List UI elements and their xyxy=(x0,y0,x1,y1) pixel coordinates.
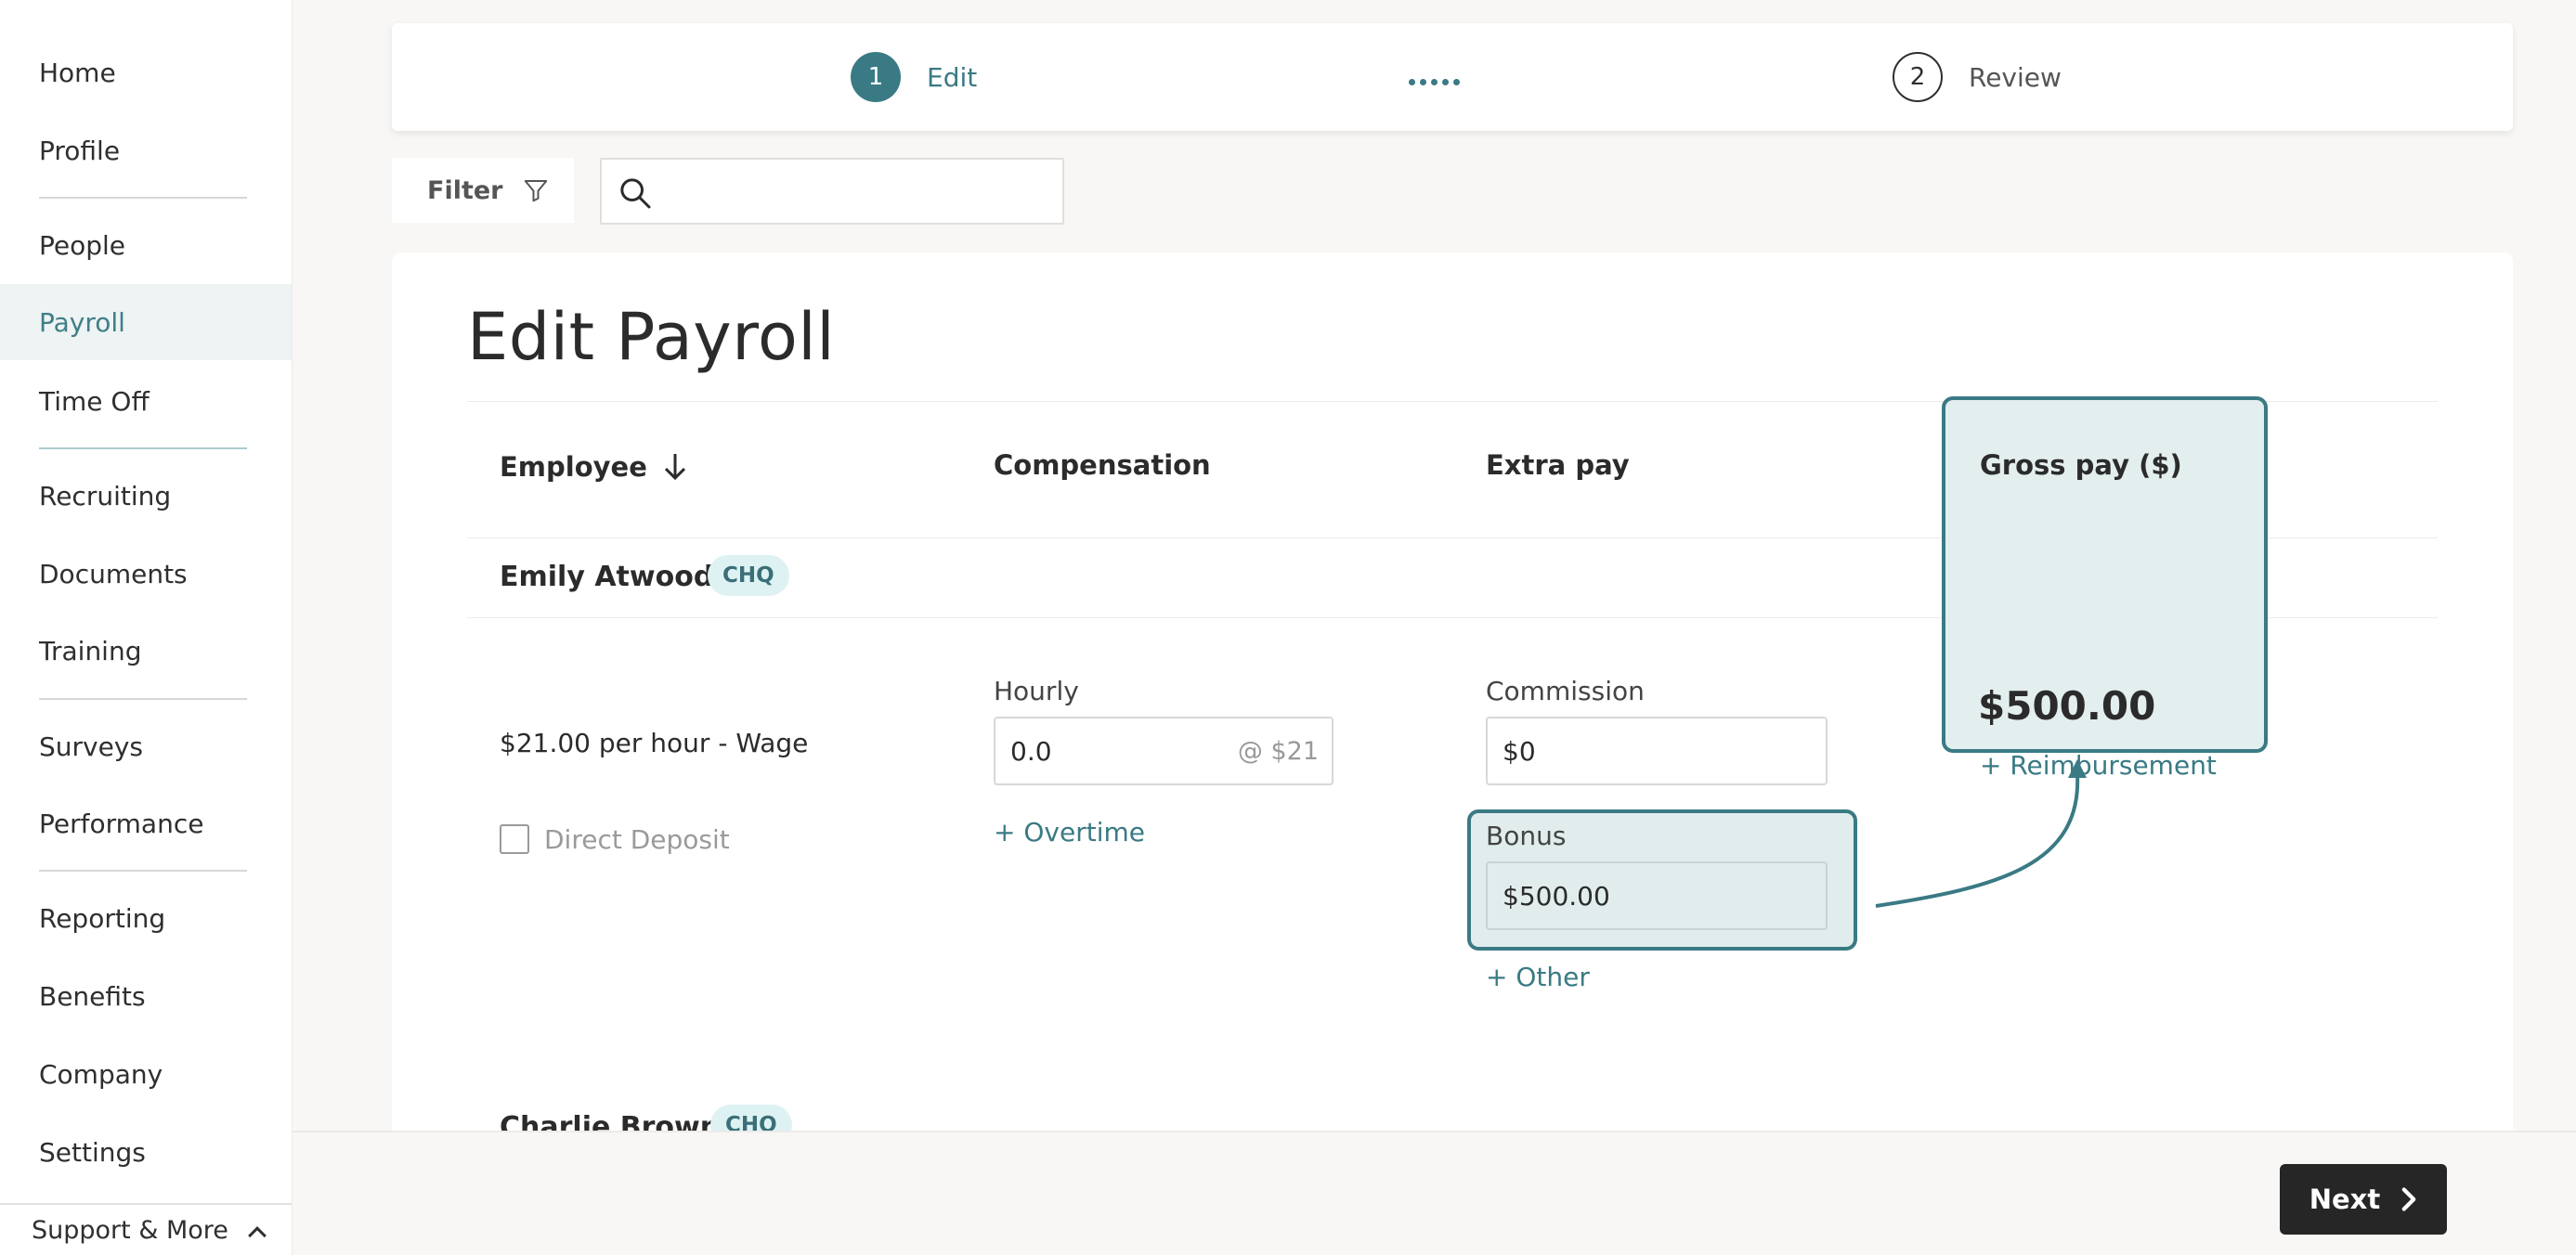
payroll-card: Edit Payroll Employee Compensation Extra… xyxy=(392,252,2513,1181)
chevron-up-icon xyxy=(247,1226,267,1245)
pay-method-tag: CHQ xyxy=(708,555,789,596)
sidebar-item-home[interactable]: Home xyxy=(0,34,292,110)
sidebar-item-company[interactable]: Company xyxy=(0,1036,292,1112)
compensation-column-header: Compensation xyxy=(994,449,1211,481)
support-label: Support & More xyxy=(32,1215,228,1245)
sidebar-item-surveys[interactable]: Surveys xyxy=(0,708,292,784)
step-2-number[interactable]: 2 xyxy=(1893,52,1943,102)
chevron-right-icon xyxy=(2401,1187,2416,1211)
add-overtime-link[interactable]: + Overtime xyxy=(994,817,1145,847)
filter-button[interactable]: Filter xyxy=(392,158,574,223)
extra-pay-column-header: Extra pay xyxy=(1486,449,1630,481)
sidebar-item-recruiting[interactable]: Recruiting xyxy=(0,458,292,534)
gross-pay-value: $500.00 xyxy=(1978,683,2156,729)
progress-stepper: 1 Edit 2 Review xyxy=(392,23,2513,131)
support-and-more-toggle[interactable]: Support & More xyxy=(0,1203,292,1255)
commission-label: Commission xyxy=(1486,676,1645,706)
hourly-hours-value: 0.0 xyxy=(1010,735,1052,767)
filter-label: Filter xyxy=(427,175,503,205)
sidebar-item-time-off[interactable]: Time Off xyxy=(0,363,292,439)
step-1-label[interactable]: Edit xyxy=(927,62,977,93)
sidebar-item-reporting[interactable]: Reporting xyxy=(0,880,292,956)
sort-descending-arrow-icon[interactable] xyxy=(662,452,688,482)
bonus-value: $500.00 xyxy=(1503,880,1610,912)
sidebar-divider xyxy=(39,447,247,449)
sidebar-item-training[interactable]: Training xyxy=(0,613,292,689)
next-label: Next xyxy=(2309,1184,2381,1215)
add-other-link[interactable]: + Other xyxy=(1486,962,1590,992)
hourly-label: Hourly xyxy=(994,676,1079,706)
step-2-label[interactable]: Review xyxy=(1969,62,2062,93)
bonus-input[interactable]: $500.00 xyxy=(1486,861,1828,930)
sidebar-item-benefits[interactable]: Benefits xyxy=(0,958,292,1034)
direct-deposit-label: Direct Deposit xyxy=(544,824,730,855)
search-box[interactable] xyxy=(600,158,1064,225)
commission-value: $0 xyxy=(1503,735,1536,767)
next-button[interactable]: Next xyxy=(2280,1164,2447,1235)
hourly-hours-input[interactable]: 0.0 @ $21 xyxy=(994,717,1334,785)
wage-description: $21.00 per hour - Wage xyxy=(500,728,809,758)
hourly-rate-suffix: @ $21 xyxy=(1237,737,1319,766)
search-icon xyxy=(620,178,651,209)
sidebar-divider xyxy=(39,197,247,199)
add-reimbursement-link[interactable]: + Reimbursement xyxy=(1980,750,2217,781)
sidebar-item-people[interactable]: People xyxy=(0,207,292,283)
step-1-number[interactable]: 1 xyxy=(851,52,901,102)
employee-column-header[interactable]: Employee xyxy=(500,451,688,483)
sidebar-item-documents[interactable]: Documents xyxy=(0,536,292,612)
direct-deposit-checkbox[interactable] xyxy=(500,824,529,854)
sidebar-divider xyxy=(39,698,247,700)
sidebar-item-profile[interactable]: Profile xyxy=(0,112,292,188)
gross-pay-column-header: Gross pay ($) xyxy=(1980,449,2182,481)
sidebar-item-settings[interactable]: Settings xyxy=(0,1114,292,1190)
filter-funnel-icon xyxy=(524,180,547,202)
employee-header-label: Employee xyxy=(500,451,647,483)
commission-input[interactable]: $0 xyxy=(1486,717,1828,785)
employee-name[interactable]: Emily Atwood xyxy=(500,561,713,593)
sidebar-item-payroll[interactable]: Payroll xyxy=(0,284,292,360)
search-input[interactable] xyxy=(667,169,1047,215)
sidebar-item-performance[interactable]: Performance xyxy=(0,785,292,861)
step-connector-dots xyxy=(1409,79,1460,85)
footer-bar: Next xyxy=(293,1131,2576,1255)
bonus-label: Bonus xyxy=(1486,821,1567,851)
sidebar-divider xyxy=(39,870,247,872)
page-title: Edit Payroll xyxy=(467,299,836,375)
sidebar: Home Profile People Payroll Time Off Rec… xyxy=(0,0,293,1255)
